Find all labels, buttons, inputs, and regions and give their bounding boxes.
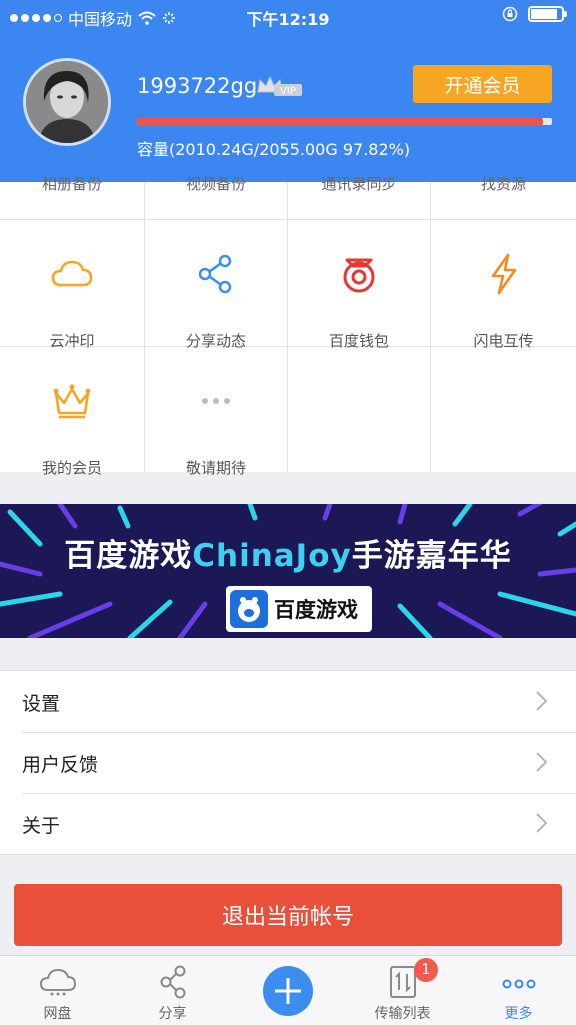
rotation-lock-icon bbox=[502, 6, 518, 22]
feature-grid: 相册备份 视频备份 通讯录同步 找资源 云冲印 分享动态 百度钱包 闪电互传 我… bbox=[0, 175, 576, 477]
wallet-icon bbox=[343, 258, 375, 293]
grid-item-label: 敬请期待 bbox=[185, 459, 246, 477]
open-vip-button[interactable]: 开通会员 bbox=[413, 65, 552, 103]
storage-quota-bar bbox=[137, 118, 552, 125]
grid-empty-cell bbox=[431, 347, 576, 472]
grid-item-label: 视频备份 bbox=[185, 175, 246, 193]
grid-item-photo-backup[interactable]: 相册备份 bbox=[0, 175, 145, 220]
grid-item-lightning-transfer[interactable]: 闪电互传 bbox=[431, 220, 576, 350]
vip-crown-icon: VIP bbox=[257, 75, 302, 97]
chevron-right-icon bbox=[536, 752, 548, 772]
promo-banner[interactable]: 百度游戏ChinaJoy手游嘉年华 百度游戏 bbox=[0, 504, 576, 638]
chevron-right-icon bbox=[536, 813, 548, 833]
cloud-icon bbox=[51, 260, 93, 287]
tab-label: 网盘 bbox=[43, 1006, 72, 1022]
tab-transfer-list[interactable]: 传输列表 bbox=[345, 956, 460, 1025]
crown-icon bbox=[53, 384, 91, 419]
more-dots-icon bbox=[502, 979, 535, 989]
tab-netdisk[interactable]: 网盘 bbox=[0, 956, 115, 1025]
avatar[interactable] bbox=[23, 58, 111, 146]
menu-item-label: 设置 bbox=[22, 693, 61, 715]
lightning-icon bbox=[491, 253, 516, 295]
tab-more[interactable]: 更多 bbox=[461, 956, 576, 1025]
banner-title-part1: 百度游戏 bbox=[64, 538, 193, 574]
storage-quota-text: 容量(2010.24G/2055.00G 97.82%) bbox=[137, 140, 411, 159]
grid-empty-cell bbox=[288, 347, 431, 472]
more-dots-icon bbox=[202, 398, 230, 404]
chevron-right-icon bbox=[536, 691, 548, 711]
banner-title-brand: ChinaJoy bbox=[192, 538, 352, 574]
grid-item-video-backup[interactable]: 视频备份 bbox=[145, 175, 288, 220]
upload-plus-button[interactable] bbox=[263, 966, 313, 1016]
storage-quota-fill bbox=[137, 118, 543, 125]
settings-menu: 设置 用户反馈 关于 bbox=[0, 670, 576, 855]
grid-item-share-feed[interactable]: 分享动态 bbox=[145, 220, 288, 350]
grid-item-baidu-wallet[interactable]: 百度钱包 bbox=[288, 220, 431, 350]
status-bar: 中国移动 下午12:19 bbox=[0, 0, 576, 32]
menu-item-settings[interactable]: 设置 bbox=[0, 671, 576, 732]
tab-share[interactable]: 分享 bbox=[115, 956, 230, 1025]
grid-item-label: 相册备份 bbox=[41, 175, 102, 193]
menu-item-about[interactable]: 关于 bbox=[0, 793, 576, 854]
battery-icon bbox=[528, 6, 567, 22]
cloud-disk-icon bbox=[39, 968, 76, 996]
share-icon bbox=[160, 965, 185, 999]
grid-item-label: 我的会员 bbox=[41, 459, 102, 477]
grid-item-label: 通讯录同步 bbox=[321, 175, 397, 193]
tab-label: 分享 bbox=[158, 1006, 187, 1022]
tab-label: 更多 bbox=[504, 1006, 533, 1022]
transfer-count-badge: 1 bbox=[414, 958, 438, 982]
username: 1993722gg bbox=[137, 74, 258, 98]
share-icon bbox=[198, 254, 232, 294]
baidu-paw-icon bbox=[230, 590, 268, 628]
plus-icon bbox=[275, 978, 301, 1004]
menu-item-feedback[interactable]: 用户反馈 bbox=[0, 732, 576, 793]
clock: 下午12:19 bbox=[246, 10, 330, 29]
grid-item-find-resources[interactable]: 找资源 bbox=[431, 175, 576, 220]
baidu-game-logo: 百度游戏 bbox=[226, 586, 372, 632]
menu-item-label: 关于 bbox=[22, 815, 61, 837]
vip-label: VIP bbox=[280, 86, 296, 97]
logout-button[interactable]: 退出当前帐号 bbox=[14, 884, 562, 946]
grid-item-cloud-print[interactable]: 云冲印 bbox=[0, 220, 145, 350]
profile-header: 中国移动 下午12:19 1993722gg VIP 开通会员 容量(2010.… bbox=[0, 0, 576, 182]
grid-item-my-membership[interactable]: 我的会员 bbox=[0, 347, 145, 477]
tab-label: 传输列表 bbox=[374, 1006, 431, 1022]
banner-title-part2: 手游嘉年华 bbox=[351, 538, 512, 574]
banner-title: 百度游戏ChinaJoy手游嘉年华 bbox=[0, 530, 576, 575]
banner-logo-text: 百度游戏 bbox=[274, 598, 358, 622]
grid-item-contacts-sync[interactable]: 通讯录同步 bbox=[288, 175, 431, 220]
menu-item-label: 用户反馈 bbox=[22, 754, 99, 776]
grid-item-coming-soon[interactable]: 敬请期待 bbox=[145, 347, 288, 477]
grid-item-label: 找资源 bbox=[480, 175, 526, 193]
